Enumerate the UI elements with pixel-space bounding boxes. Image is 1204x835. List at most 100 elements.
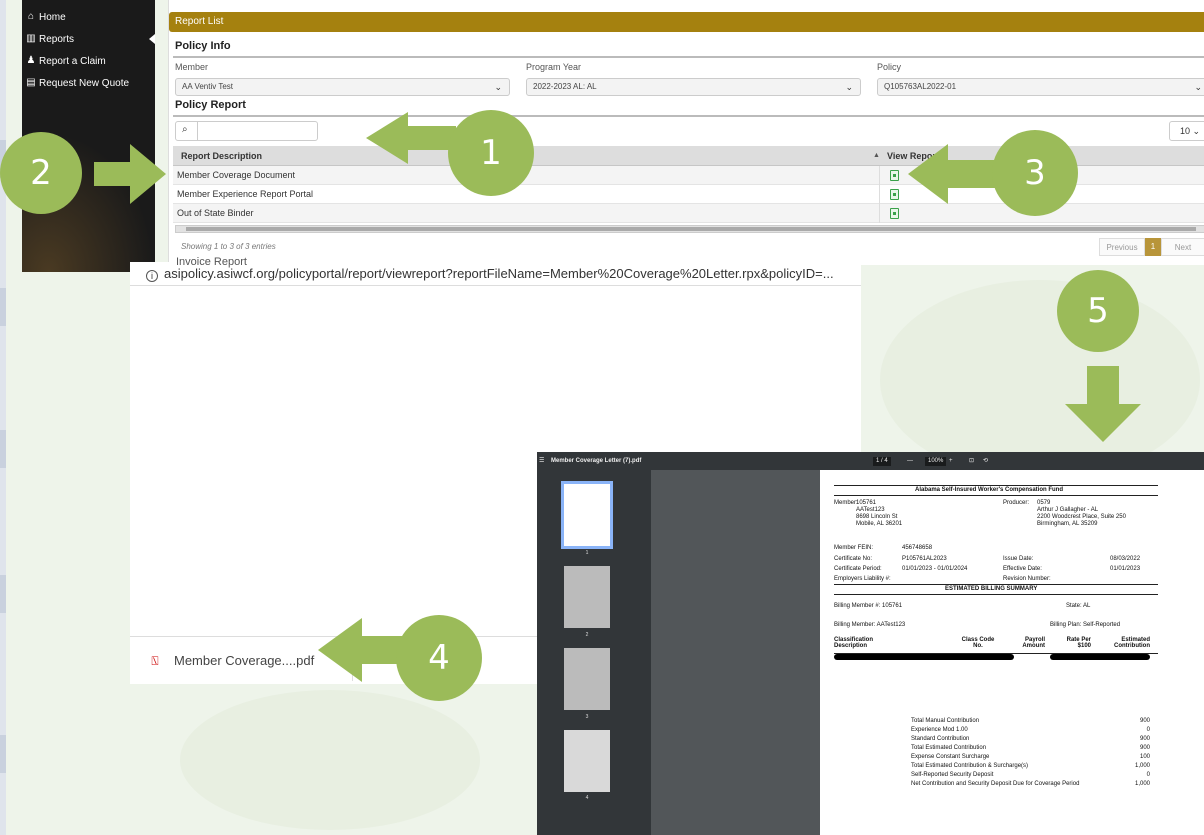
background-shape xyxy=(180,690,480,830)
fein-label: Member FEIN: xyxy=(834,545,874,551)
producer-line: Arthur J Gallagher - AL xyxy=(1037,507,1099,513)
policy-select[interactable]: Q105763AL2022-01 ⌄ xyxy=(877,78,1204,96)
background-shape xyxy=(880,280,1200,480)
total-value: 900 xyxy=(1139,745,1150,751)
pdf-page: Alabama Self-Insured Worker's Compensati… xyxy=(820,470,1204,835)
thumbnail-number: 1 xyxy=(585,550,589,556)
thumbnail-page-2[interactable] xyxy=(564,566,610,628)
sort-icon[interactable]: ▲ xyxy=(873,146,880,166)
sidebar-item-reports[interactable]: ▥ Reports xyxy=(22,28,155,50)
pdf-toolbar: ☰ Member Coverage Letter (7).pdf 1 / 4 —… xyxy=(537,452,1204,470)
info-icon[interactable]: i xyxy=(146,270,158,282)
callout-3: 3 xyxy=(992,130,1078,216)
thumbnail-number: 3 xyxy=(585,714,589,720)
page-length-select[interactable]: 10 ⌄ xyxy=(1169,121,1204,141)
zoom-level[interactable]: 100% xyxy=(925,457,947,466)
producer-line: 0579 xyxy=(1037,500,1051,506)
total-label: Total Estimated Contribution & Surcharge… xyxy=(911,763,1029,769)
total-value: 900 xyxy=(1139,736,1150,742)
total-label: Self-Reported Security Deposit xyxy=(911,772,994,778)
chevron-down-icon: ⌄ xyxy=(1194,82,1202,92)
total-value: 900 xyxy=(1139,718,1150,724)
zoom-out-icon[interactable]: — xyxy=(907,452,913,470)
divider xyxy=(173,56,1204,58)
effective-label: Effective Date: xyxy=(1003,566,1042,572)
arrow-left-4 xyxy=(318,618,408,682)
horizontal-scrollbar[interactable] xyxy=(175,225,1204,233)
member-label: Member xyxy=(175,62,209,72)
program-year-select[interactable]: 2022-2023 AL: AL ⌄ xyxy=(526,78,861,96)
page-1-button[interactable]: 1 xyxy=(1145,238,1161,256)
col-class-code: Class Code No. xyxy=(961,637,995,649)
arrow-left-3 xyxy=(908,144,998,204)
view-report-icon[interactable] xyxy=(890,170,899,181)
arrow-left-1 xyxy=(366,112,456,164)
period-value: 01/01/2023 - 01/01/2024 xyxy=(902,566,968,572)
arrow-down-5 xyxy=(1065,366,1141,442)
policy-label: Policy xyxy=(877,62,902,72)
billing-member-no: Billing Member #: 105761 xyxy=(834,603,903,609)
rotate-icon[interactable]: ⟲ xyxy=(983,452,988,470)
thumbnail-number: 2 xyxy=(585,632,589,638)
sidebar-item-request-quote[interactable]: ▤ Request New Quote xyxy=(22,72,155,94)
thumbnail-page-4[interactable] xyxy=(564,730,610,792)
period-label: Certificate Period: xyxy=(834,566,882,572)
left-edge-tabs xyxy=(0,0,6,835)
member-line: AATest123 xyxy=(856,507,885,513)
divider xyxy=(173,115,1204,117)
search-input[interactable]: ⌕ xyxy=(175,121,318,141)
fund-title: Alabama Self-Insured Worker's Compensati… xyxy=(915,487,1064,493)
view-report-icon[interactable] xyxy=(890,189,899,200)
producer-line: 2200 Woodcrest Place, Suite 250 xyxy=(1037,514,1126,520)
summary-title: ESTIMATED BILLING SUMMARY xyxy=(945,586,1038,592)
view-report-icon[interactable] xyxy=(890,208,899,219)
policy-report-title: Policy Report xyxy=(175,99,246,111)
column-report-description[interactable]: Report Description xyxy=(181,146,262,166)
total-value: 100 xyxy=(1139,754,1150,760)
menu-icon[interactable]: ☰ xyxy=(539,452,544,470)
billing-member: Billing Member: AATest123 xyxy=(834,622,906,628)
thumbnail-page-3[interactable] xyxy=(564,648,610,710)
thumbnail-page-1[interactable] xyxy=(561,481,613,549)
callout-5: 5 xyxy=(1057,270,1139,352)
chevron-down-icon: ⌄ xyxy=(494,82,502,92)
producer-line: Birmingham, AL 35209 xyxy=(1037,521,1098,527)
policy-info-title: Policy Info xyxy=(175,40,231,52)
total-label: Net Contribution and Security Deposit Du… xyxy=(911,781,1080,787)
page-indicator[interactable]: 1 / 4 xyxy=(873,457,891,466)
member-line: 8698 Lincoln St xyxy=(856,514,898,520)
issue-value: 08/03/2022 xyxy=(1110,556,1141,562)
pdf-file-name: Member Coverage Letter (7).pdf xyxy=(551,458,642,464)
zoom-in-icon[interactable]: + xyxy=(949,452,953,470)
callout-4: 4 xyxy=(396,615,482,701)
download-item[interactable]: ⍂ Member Coverage....pdf xyxy=(148,651,314,671)
address-bar[interactable]: i asipolicy.asiwcf.org/policyportal/repor… xyxy=(130,262,861,286)
col-estimated: Estimated Contribution xyxy=(1114,637,1150,649)
arrow-right-2 xyxy=(94,144,166,204)
home-icon: ⌂ xyxy=(27,11,35,22)
showing-entries: Showing 1 to 3 of 3 entries xyxy=(181,242,276,251)
user-icon: ♟ xyxy=(26,55,36,66)
redaction-mark xyxy=(1050,654,1150,660)
redaction-mark xyxy=(834,654,1014,660)
thumbnail-number: 4 xyxy=(585,795,589,801)
previous-button[interactable]: Previous xyxy=(1099,238,1145,256)
sidebar-item-report-claim[interactable]: ♟ Report a Claim xyxy=(22,50,155,72)
total-label: Total Manual Contribution xyxy=(911,718,980,724)
total-label: Standard Contribution xyxy=(911,736,970,742)
member-select[interactable]: AA Ventiv Test ⌄ xyxy=(175,78,510,96)
callout-1: 1 xyxy=(448,110,534,196)
total-label: Experience Mod 1.00 xyxy=(911,727,968,733)
employers-label: Employers Liability #: xyxy=(834,576,891,582)
total-value: 1,000 xyxy=(1134,781,1150,787)
sidebar-item-home[interactable]: ⌂ Home xyxy=(22,6,155,28)
col-payroll: Payroll Amount xyxy=(1022,637,1045,649)
report-list-header: Report List xyxy=(169,12,1204,32)
col-classification: Classification Description xyxy=(834,637,874,649)
next-button[interactable]: Next xyxy=(1161,238,1204,256)
state: State: AL xyxy=(1066,603,1091,609)
fit-page-icon[interactable]: ⊡ xyxy=(969,452,974,470)
member-line: 105761 xyxy=(856,500,877,506)
fein-value: 456748658 xyxy=(902,545,933,551)
issue-label: Issue Date: xyxy=(1003,556,1034,562)
